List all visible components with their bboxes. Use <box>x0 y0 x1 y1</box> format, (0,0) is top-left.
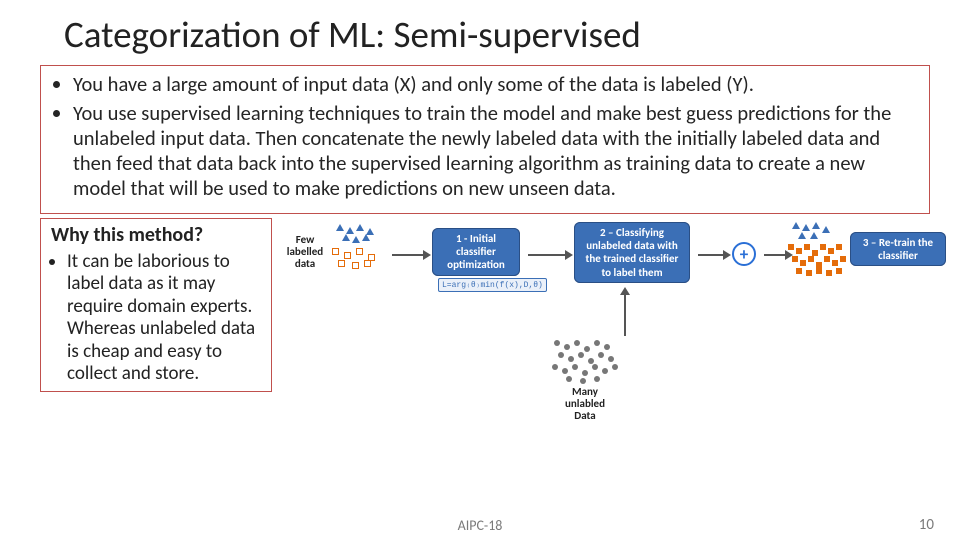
arrow-icon <box>764 254 786 256</box>
formula-label: L=arg₍θ₎min(f(x),D,θ) <box>438 278 547 292</box>
why-bullets: It can be laborious to label data as it … <box>51 251 261 385</box>
definition-box: You have a large amount of input data (X… <box>40 65 930 214</box>
arrow-icon <box>392 254 424 256</box>
step1-box: 1 - Initialclassifieroptimization <box>432 228 520 276</box>
step2-box: 2 – Classifyingunlabeled data withthe tr… <box>574 222 690 283</box>
bullet-item: You have a large amount of input data (X… <box>73 72 915 97</box>
page-title: Categorization of ML: Semi-supervised <box>0 0 960 63</box>
bullet-item: It can be laborious to label data as it … <box>67 251 261 385</box>
semi-supervised-diagram: Fewlabelleddata 1 - Initialclassifieropt… <box>280 218 930 418</box>
bullet-item: You use supervised learning techniques t… <box>73 101 915 201</box>
arrow-icon <box>528 254 566 256</box>
many-unlabeled-label: ManyunlabledData <box>552 386 618 422</box>
few-labeled-label: Fewlabelleddata <box>280 234 330 270</box>
step3-box: 3 – Re-train theclassifier <box>850 232 946 266</box>
why-heading: Why this method? <box>51 223 261 247</box>
arrow-up-icon <box>624 294 626 336</box>
footer-center-label: AIPC-18 <box>0 517 960 534</box>
definition-bullets: You have a large amount of input data (X… <box>55 72 915 201</box>
why-box: Why this method? It can be laborious to … <box>40 218 272 392</box>
labeled-cluster-icon <box>330 224 388 272</box>
page-number: 10 <box>919 516 934 534</box>
plus-icon: + <box>732 242 756 266</box>
unlabeled-cluster-icon <box>550 338 620 384</box>
arrow-icon <box>698 254 724 256</box>
